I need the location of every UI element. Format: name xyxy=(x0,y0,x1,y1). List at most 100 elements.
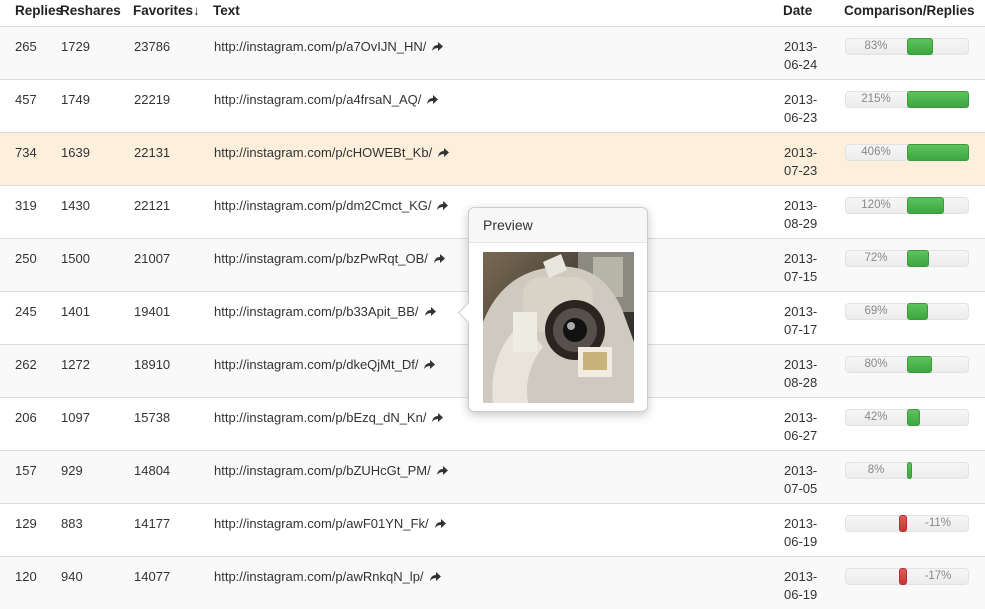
share-arrow-icon[interactable] xyxy=(427,94,439,105)
share-arrow-icon[interactable] xyxy=(424,359,436,370)
post-link[interactable]: http://instagram.com/p/bEzq_dN_Kn/ xyxy=(214,410,426,425)
post-link[interactable]: http://instagram.com/p/dkeQjMt_Df/ xyxy=(214,357,418,372)
comparison-percent: 83% xyxy=(864,39,888,52)
post-link[interactable]: http://instagram.com/p/bZUHcGt_PM/ xyxy=(214,463,431,478)
post-link[interactable]: http://instagram.com/p/dm2Cmct_KG/ xyxy=(214,198,431,213)
cell-text: http://instagram.com/p/a4frsaN_AQ/ xyxy=(213,78,783,132)
cell-text: http://instagram.com/p/awF01YN_Fk/ xyxy=(213,502,783,556)
header-text[interactable]: Text xyxy=(213,0,783,27)
astronaut-photo-icon[interactable] xyxy=(483,252,634,403)
comparison-percent: 215% xyxy=(861,92,891,105)
comparison-bar: 80% xyxy=(845,355,969,374)
cell-replies: 245 xyxy=(0,290,60,344)
cell-favorites: 15738 xyxy=(133,396,213,450)
cell-replies: 734 xyxy=(0,131,60,185)
cell-replies: 120 xyxy=(0,555,60,609)
comparison-bar-fill xyxy=(907,143,969,161)
share-arrow-icon[interactable] xyxy=(432,412,444,423)
share-arrow-icon[interactable] xyxy=(432,41,444,52)
post-link[interactable]: http://instagram.com/p/b33Apit_BB/ xyxy=(214,304,419,319)
date-year: 2013- xyxy=(784,462,818,478)
date-monthday: 06-19 xyxy=(784,586,818,602)
date-monthday: 07-15 xyxy=(784,268,818,284)
cell-date: 2013- 08-29 xyxy=(783,184,844,238)
popover-title: Preview xyxy=(469,208,647,243)
post-link[interactable]: http://instagram.com/p/awRnkqN_lp/ xyxy=(214,569,424,584)
cell-reshares: 1729 xyxy=(60,25,133,79)
cell-comparison: 80% xyxy=(844,343,985,397)
date-monthday: 06-27 xyxy=(784,427,818,443)
comparison-bar: 406% xyxy=(845,143,969,162)
comparison-bar-fill xyxy=(899,567,907,585)
share-arrow-icon[interactable] xyxy=(436,465,448,476)
comparison-bar: 69% xyxy=(845,302,969,321)
cell-date: 2013- 06-23 xyxy=(783,78,844,132)
cell-comparison: 42% xyxy=(844,396,985,450)
share-arrow-icon[interactable] xyxy=(433,253,445,264)
header-comparison[interactable]: Comparison/Replies xyxy=(844,0,985,27)
header-favorites[interactable]: Favorites↓ xyxy=(133,0,213,27)
date-monthday: 08-29 xyxy=(784,215,818,231)
share-arrow-icon[interactable] xyxy=(434,518,446,529)
cell-favorites: 19401 xyxy=(133,290,213,344)
date-monthday: 07-17 xyxy=(784,321,818,337)
cell-replies: 457 xyxy=(0,78,60,132)
comparison-bar: 120% xyxy=(845,196,969,215)
table-header-row: Replies Reshares Favorites↓ Text Date Co… xyxy=(0,0,985,27)
cell-date: 2013- 06-27 xyxy=(783,396,844,450)
cell-favorites: 14077 xyxy=(133,555,213,609)
date-year: 2013- xyxy=(784,144,818,160)
cell-favorites: 22131 xyxy=(133,131,213,185)
cell-favorites: 18910 xyxy=(133,343,213,397)
cell-reshares: 1639 xyxy=(60,131,133,185)
table-row: 457 1749 22219 http://instagram.com/p/a4frs… xyxy=(0,78,985,132)
cell-date: 2013- 06-19 xyxy=(783,555,844,609)
cell-reshares: 1430 xyxy=(60,184,133,238)
comparison-bar-fill xyxy=(907,196,945,214)
table-row: 265 1729 23786 http://instagram.com/p/a7OvI… xyxy=(0,25,985,79)
comparison-percent: 80% xyxy=(864,357,888,370)
cell-replies: 265 xyxy=(0,25,60,79)
header-reshares[interactable]: Reshares xyxy=(60,0,133,27)
cell-reshares: 1401 xyxy=(60,290,133,344)
share-arrow-icon[interactable] xyxy=(424,306,436,317)
date-year: 2013- xyxy=(784,515,818,531)
cell-date: 2013- 06-24 xyxy=(783,25,844,79)
comparison-bar: 42% xyxy=(845,408,969,427)
share-arrow-icon[interactable] xyxy=(429,571,441,582)
cell-replies: 262 xyxy=(0,343,60,397)
cell-date: 2013- 07-23 xyxy=(783,131,844,185)
date-monthday: 06-23 xyxy=(784,109,818,125)
comparison-bar: -11% xyxy=(845,514,969,533)
cell-favorites: 23786 xyxy=(133,25,213,79)
post-link[interactable]: http://instagram.com/p/awF01YN_Fk/ xyxy=(214,516,429,531)
post-link[interactable]: http://instagram.com/p/bzPwRqt_OB/ xyxy=(214,251,428,266)
table-row: 734 1639 22131 http://instagram.com/p/cHOWE… xyxy=(0,131,985,185)
comparison-percent: 42% xyxy=(864,410,888,423)
cell-comparison: 69% xyxy=(844,290,985,344)
comparison-percent: 8% xyxy=(867,463,885,476)
cell-favorites: 14804 xyxy=(133,449,213,503)
date-year: 2013- xyxy=(784,250,818,266)
cell-replies: 319 xyxy=(0,184,60,238)
date-monthday: 06-19 xyxy=(784,533,818,549)
cell-date: 2013- 07-15 xyxy=(783,237,844,291)
header-date[interactable]: Date xyxy=(783,0,844,27)
post-link[interactable]: http://instagram.com/p/a4frsaN_AQ/ xyxy=(214,92,421,107)
comparison-percent: 406% xyxy=(861,145,891,158)
header-replies[interactable]: Replies xyxy=(0,0,63,27)
post-link[interactable]: http://instagram.com/p/a7OvIJN_HN/ xyxy=(214,39,426,54)
comparison-bar-fill xyxy=(907,37,933,55)
date-monthday: 07-05 xyxy=(784,480,818,496)
cell-favorites: 22219 xyxy=(133,78,213,132)
share-arrow-icon[interactable] xyxy=(438,147,450,158)
comparison-bar-fill xyxy=(907,302,929,320)
cell-text: http://instagram.com/p/awRnkqN_lp/ xyxy=(213,555,783,609)
comparison-bar: 215% xyxy=(845,90,969,109)
share-arrow-icon[interactable] xyxy=(437,200,449,211)
comparison-percent: 72% xyxy=(864,251,888,264)
post-link[interactable]: http://instagram.com/p/cHOWEBt_Kb/ xyxy=(214,145,432,160)
date-year: 2013- xyxy=(784,568,818,584)
comparison-bar-fill xyxy=(907,461,912,479)
date-year: 2013- xyxy=(784,409,818,425)
